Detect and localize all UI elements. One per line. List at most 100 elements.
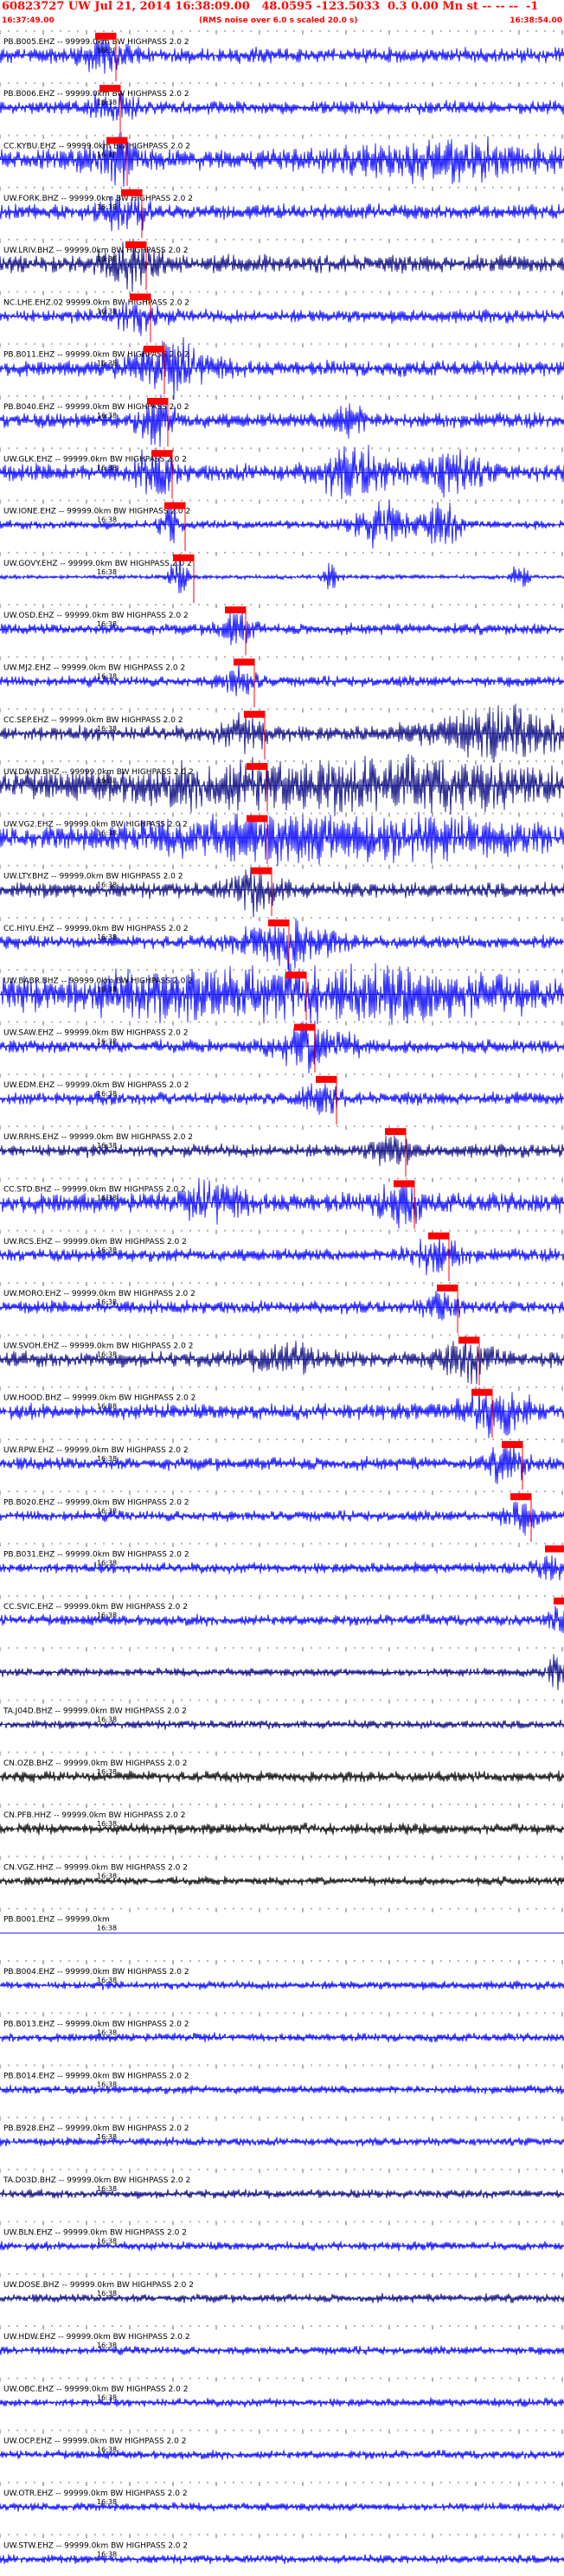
time-tick-label: 16:38 bbox=[97, 464, 117, 471]
time-tick-label: 16:38 bbox=[97, 725, 117, 733]
time-tick-label: 16:38 bbox=[97, 203, 117, 211]
pick-marker bbox=[394, 1180, 414, 1188]
trace-label: UW.RCS.EHZ -- 99999.0km BW HIGHPASS 2.0 … bbox=[3, 1238, 187, 1246]
time-tick-label: 16:38 bbox=[97, 1507, 117, 1515]
pick-marker bbox=[251, 867, 272, 875]
time-tick-label: 16:38 bbox=[97, 933, 117, 941]
trace-waveform bbox=[0, 2292, 564, 2304]
pick-marker bbox=[385, 1128, 406, 1136]
time-tick-label: 16:38 bbox=[97, 1350, 117, 1358]
time-tick-label: 16:38 bbox=[97, 985, 117, 993]
pick-marker bbox=[316, 1075, 336, 1083]
pick-marker bbox=[234, 658, 254, 666]
pick-marker bbox=[130, 293, 151, 301]
pick-marker bbox=[144, 345, 164, 353]
trace-label: UW.BLN.EHZ -- 99999.0km BW HIGHPASS 2.0 … bbox=[3, 2228, 187, 2237]
time-tick-label: 16:38 bbox=[97, 2133, 117, 2141]
trace-label: UW.LRIV.BHZ -- 99999.0km BW HIGHPASS 2.0… bbox=[3, 247, 188, 255]
time-tick-label: 16:38 bbox=[97, 2290, 117, 2297]
trace-label: UW.RRHS.EHZ -- 99999.0km BW HIGHPASS 2.0… bbox=[3, 1133, 193, 1142]
time-tick-label: 16:38 bbox=[97, 2342, 117, 2349]
seismogram-plot: PB.B005.EHZ -- 99999.0km BW HIGHPASS 2.0… bbox=[0, 29, 564, 2565]
time-tick-label: 16:38 bbox=[97, 2081, 117, 2089]
trace-label: PB.B006.EHZ -- 99999.0km BW HIGHPASS 2.0… bbox=[3, 90, 189, 99]
pick-marker bbox=[247, 763, 267, 771]
time-tick-label: 16:38 bbox=[97, 412, 117, 420]
pick-marker bbox=[268, 919, 289, 926]
time-tick-label: 16:38 bbox=[97, 1038, 117, 1046]
pick-marker bbox=[247, 815, 267, 823]
trace-label: PB.B004.EHZ -- 99999.0km BW HIGHPASS 2.0… bbox=[3, 1968, 189, 1977]
trace-label: CC.SEP.EHZ -- 99999.0km BW HIGHPASS 2.0 … bbox=[3, 716, 183, 725]
time-tick-label: 16:38 bbox=[97, 1298, 117, 1306]
trace-waveform bbox=[0, 445, 564, 500]
time-tick-label: 16:38 bbox=[97, 2028, 117, 2036]
pick-marker bbox=[164, 502, 185, 509]
time-tick-label: 16:38 bbox=[97, 881, 117, 889]
trace-label: UW.OBC.EHZ -- 99999.0km BW HIGHPASS 2.0 … bbox=[3, 2385, 188, 2393]
time-tick-label: 16:38 bbox=[97, 777, 117, 785]
trace-label: PB.B020.EHZ -- 99999.0km BW HIGHPASS 2.0… bbox=[3, 1498, 189, 1507]
trace-label: PB.B031.EHZ -- 99999.0km BW HIGHPASS 2.0… bbox=[3, 1551, 189, 1560]
time-tick-label: 16:38 bbox=[97, 1925, 117, 1932]
time-tick-label: 16:38 bbox=[97, 1612, 117, 1619]
trace-label: PB.B013.EHZ -- 99999.0km BW HIGHPASS 2.0… bbox=[3, 2020, 189, 2028]
pick-marker bbox=[121, 189, 142, 196]
pick-marker bbox=[285, 971, 306, 979]
time-tick-label: 16:38 bbox=[97, 1977, 117, 1984]
time-tick-label: 16:38 bbox=[97, 2237, 117, 2245]
trace-label: UW.SVOH.EHZ -- 99999.0km BW HIGHPASS 2.0… bbox=[3, 1342, 193, 1350]
time-tick-label: 16:38 bbox=[97, 151, 117, 158]
pick-marker bbox=[99, 85, 120, 93]
pick-marker bbox=[428, 1232, 449, 1240]
pick-marker bbox=[225, 606, 246, 614]
trace-label: UW.IONE.EHZ -- 99999.0km BW HIGHPASS 2.0… bbox=[3, 508, 190, 516]
pick-marker bbox=[147, 397, 168, 405]
trace-label: UW.MJ2.EHZ -- 99999.0km BW HIGHPASS 2.0 … bbox=[3, 663, 185, 672]
time-tick-label: 16:38 bbox=[97, 255, 117, 263]
trace-waveform bbox=[0, 1980, 564, 1991]
trace-label: CC.SVIC.EHZ -- 99999.0km BW HIGHPASS 2.0… bbox=[3, 1603, 188, 1612]
pick-marker bbox=[95, 32, 116, 40]
time-tick-label: 16:38 bbox=[97, 2393, 117, 2401]
pick-marker bbox=[471, 1388, 492, 1396]
trace-label: UW.OTR.EHZ -- 99999.0km BW HIGHPASS 2.0 … bbox=[3, 2489, 188, 2498]
trace-label: CN.VGZ.HHZ -- 99999.0km BW HIGHPASS 2.0 … bbox=[3, 1863, 188, 1872]
trace-label: TA.D03D.BHZ -- 99999.0km BW HIGHPASS 2.0… bbox=[3, 2176, 190, 2185]
pick-marker bbox=[510, 1493, 531, 1501]
time-tick-label: 16:38 bbox=[97, 99, 117, 106]
trace-label: UW.HOOD.BHZ -- 99999.0km BW HIGHPASS 2.0… bbox=[3, 1394, 195, 1403]
trace-label: UW.SAW.EHZ -- 99999.0km BW HIGHPASS 2.0 … bbox=[3, 1029, 188, 1038]
time-tick-label: 16:38 bbox=[97, 672, 117, 680]
trace-label: CN.PFB.HHZ -- 99999.0km BW HIGHPASS 2.0 … bbox=[3, 1811, 185, 1820]
time-tick-label: 16:38 bbox=[97, 1560, 117, 1567]
trace-label: CN.OZB.BHZ -- 99999.0km BW HIGHPASS 2.0 … bbox=[3, 1759, 188, 1768]
time-tick-label: 16:38 bbox=[97, 1715, 117, 1723]
trace-label: CC.STD.BHZ -- 99999.0km BW HIGHPASS 2.0 … bbox=[3, 1185, 186, 1194]
trace-label: UW.BABR.BHZ -- 99999.0km BW HIGHPASS 2.0… bbox=[3, 977, 193, 985]
time-tick-label: 16:38 bbox=[97, 1455, 117, 1463]
pick-marker bbox=[502, 1440, 522, 1448]
trace-label: UW.RPW.EHZ -- 99999.0km BW HIGHPASS 2.0 … bbox=[3, 1446, 189, 1455]
trace-label: UW.VG2.EHZ -- 99999.0km BW HIGHPASS 2.0 … bbox=[3, 820, 188, 829]
pick-marker bbox=[173, 554, 194, 561]
time-tick-label: 16:38 bbox=[97, 1246, 117, 1254]
trace-label: UW.OCP.EHZ -- 99999.0km BW HIGHPASS 2.0 … bbox=[3, 2438, 186, 2446]
time-tick-label: 16:38 bbox=[97, 2446, 117, 2454]
trace-label: TA.J04D.BHZ -- 99999.0km BW HIGHPASS 2.0… bbox=[3, 1707, 187, 1715]
time-tick-label: 16:38 bbox=[97, 1194, 117, 1201]
trace-label: CC.KYBU.EHZ -- 99999.0km BW HIGHPASS 2.0… bbox=[3, 142, 190, 151]
pick-marker bbox=[125, 241, 146, 249]
trace-label: UW.DOSE.BHZ -- 99999.0km BW HIGHPASS 2.0… bbox=[3, 2281, 194, 2290]
pick-marker bbox=[554, 1597, 564, 1605]
pick-marker bbox=[244, 710, 265, 718]
time-tick-label: 16:38 bbox=[97, 360, 117, 368]
time-tick-label: 16:38 bbox=[97, 1820, 117, 1828]
trace-label: NC.LHE.EHZ.02 99999.0km BW HIGHPASS 2.0 … bbox=[3, 298, 189, 307]
time-tick-label: 16:38 bbox=[97, 829, 117, 836]
trace-label: UW.EDM.EHZ -- 99999.0km BW HIGHPASS 2.0 … bbox=[3, 1081, 189, 1090]
trace-label: UW.HDW.EHZ -- 99999.0km BW HIGHPASS 2.0 … bbox=[3, 2333, 190, 2342]
trace-waveform bbox=[0, 703, 564, 763]
time-tick-label: 16:38 bbox=[97, 1142, 117, 1150]
pick-marker bbox=[294, 1023, 315, 1031]
